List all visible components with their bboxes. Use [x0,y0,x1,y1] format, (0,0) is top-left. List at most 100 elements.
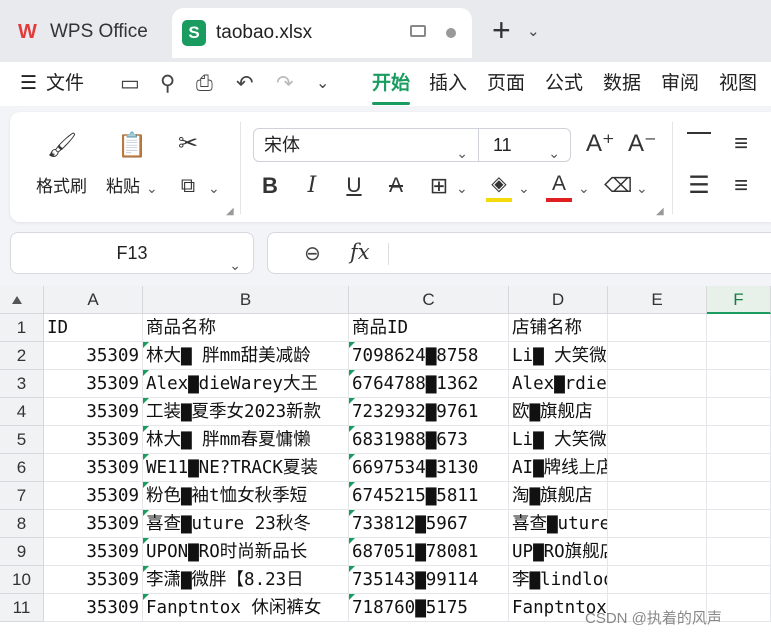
font-color-icon[interactable]: A [546,170,572,202]
table-cell[interactable]: Li▇ 大笑微胖定制 [509,426,608,454]
row-header[interactable]: 3 [0,370,44,398]
paste-chevron-icon[interactable]: ⌄ [146,180,158,197]
font-size-select[interactable]: 11 ⌄ [479,128,571,162]
font-name-select[interactable]: 宋体 ⌄ [253,128,479,162]
table-cell[interactable]: 喜查▇uture [509,510,608,538]
table-cell[interactable] [608,482,707,510]
share-icon[interactable]: ⚲ [160,72,175,96]
row-header[interactable]: 6 [0,454,44,482]
column-header-f[interactable]: F [707,286,771,314]
table-cell[interactable] [608,370,707,398]
table-cell[interactable]: AI▇牌线上店 [509,454,608,482]
table-cell[interactable] [707,426,771,454]
table-cell[interactable] [608,454,707,482]
name-box[interactable]: F13 ⌄ [10,232,254,274]
menu-data[interactable]: 数据 [603,72,641,96]
copy-icon[interactable]: ⧉ [174,172,202,200]
row-header[interactable]: 7 [0,482,44,510]
copy-chevron-icon[interactable]: ⌄ [208,180,220,197]
table-cell[interactable]: 35309 [44,594,143,622]
table-cell[interactable]: 35309 [44,510,143,538]
row-header[interactable]: 1 [0,314,44,342]
print-preview-icon[interactable]: ⎙ [196,72,213,96]
table-cell[interactable] [608,342,707,370]
header-cell[interactable]: 商品ID [349,314,509,342]
table-cell[interactable] [707,482,771,510]
table-cell[interactable]: 718760▇5175 [349,594,509,622]
row-header[interactable]: 4 [0,398,44,426]
monitor-icon[interactable] [410,25,426,37]
zoom-icon[interactable]: ⊖ [304,241,321,266]
table-cell[interactable]: UP▇RO旗舰店 [509,538,608,566]
table-cell[interactable]: 6831988▇673 [349,426,509,454]
table-cell[interactable]: 735143▇99114 [349,566,509,594]
table-cell[interactable]: 欧▇旗舰店 [509,398,608,426]
table-cell[interactable]: 35309 [44,454,143,482]
table-cell[interactable]: 35309 [44,566,143,594]
menu-insert[interactable]: 插入 [429,72,467,96]
borders-icon[interactable]: ⊞ [426,172,452,200]
paste-label[interactable]: 粘贴 [106,176,140,198]
table-cell[interactable]: 7232932▇9761 [349,398,509,426]
clear-format-icon[interactable]: ⌫ [604,172,632,200]
new-tab-plus-icon[interactable]: + [492,14,511,46]
table-cell[interactable]: 6697534▇3130 [349,454,509,482]
menu-formula[interactable]: 公式 [545,72,583,96]
fill-color-chevron-icon[interactable]: ⌄ [518,180,530,197]
cut-icon[interactable]: ✂ [174,130,202,158]
table-cell[interactable]: Li▇ 大笑微胖定制 [509,342,608,370]
table-cell[interactable]: 淘▇旗舰店 [509,482,608,510]
table-cell[interactable]: 733812▇5967 [349,510,509,538]
redo-icon[interactable]: ↷ [276,72,294,96]
menu-review[interactable]: 审阅 [661,72,699,96]
row-header[interactable]: 9 [0,538,44,566]
table-cell[interactable]: 35309 [44,342,143,370]
align-middle-icon[interactable]: ≡ [728,130,754,158]
table-cell[interactable] [608,426,707,454]
decrease-font-icon[interactable]: A⁻ [628,130,657,158]
table-cell[interactable] [608,398,707,426]
increase-font-icon[interactable]: A⁺ [586,130,615,158]
table-cell[interactable]: UPON▇RO时尚新品长 [143,538,349,566]
table-cell[interactable]: 7098624▇8758 [349,342,509,370]
menu-home[interactable]: 开始 [372,72,410,96]
table-cell[interactable]: 6745215▇5811 [349,482,509,510]
format-painter-label[interactable]: 格式刷 [36,176,87,198]
table-cell[interactable] [608,566,707,594]
table-cell[interactable]: WE11▇NE?TRACK夏装 [143,454,349,482]
hamburger-icon[interactable]: ☰ [20,72,37,96]
table-cell[interactable]: 35309 [44,398,143,426]
align-center-icon[interactable]: ≡ [728,172,754,200]
table-cell[interactable] [707,398,771,426]
strikethrough-icon[interactable]: A [384,172,408,200]
table-cell[interactable] [707,342,771,370]
column-header-c[interactable]: C [349,286,509,314]
bold-icon[interactable]: B [258,172,282,200]
table-cell[interactable]: 粉色▇袖t恤女秋季短 [143,482,349,510]
table-cell[interactable]: 35309 [44,426,143,454]
formula-bar[interactable]: ⊖ fx [267,232,771,274]
column-header-e[interactable]: E [608,286,707,314]
table-cell[interactable]: Fanptntox 休闲裤女 [143,594,349,622]
table-cell[interactable]: 喜查▇uture 23秋冬 [143,510,349,538]
chevron-down-icon[interactable]: ⌄ [229,245,241,285]
undo-icon[interactable]: ↶ [236,72,254,96]
italic-icon[interactable]: I [300,172,324,200]
table-cell[interactable] [608,510,707,538]
header-cell[interactable] [608,314,707,342]
table-cell[interactable]: 35309 [44,370,143,398]
clipboard-dialog-icon[interactable]: ◢ [226,206,234,217]
select-all-corner[interactable] [0,286,44,314]
spreadsheet-grid[interactable]: A B C D E F 1 ID 商品名称 商品ID 店铺名称 2 35309 林大▇ 胖mm… [0,286,771,636]
menu-view[interactable]: 视图 [719,72,757,96]
row-header[interactable]: 2 [0,342,44,370]
row-header[interactable]: 10 [0,566,44,594]
align-left-icon[interactable]: ☰ [686,172,712,200]
table-cell[interactable] [707,370,771,398]
chevron-down-icon[interactable]: ⌄ [527,22,540,40]
table-cell[interactable] [707,566,771,594]
table-cell[interactable] [707,510,771,538]
borders-chevron-icon[interactable]: ⌄ [456,180,468,197]
table-cell[interactable]: 35309 [44,482,143,510]
header-cell[interactable]: ID [44,314,143,342]
